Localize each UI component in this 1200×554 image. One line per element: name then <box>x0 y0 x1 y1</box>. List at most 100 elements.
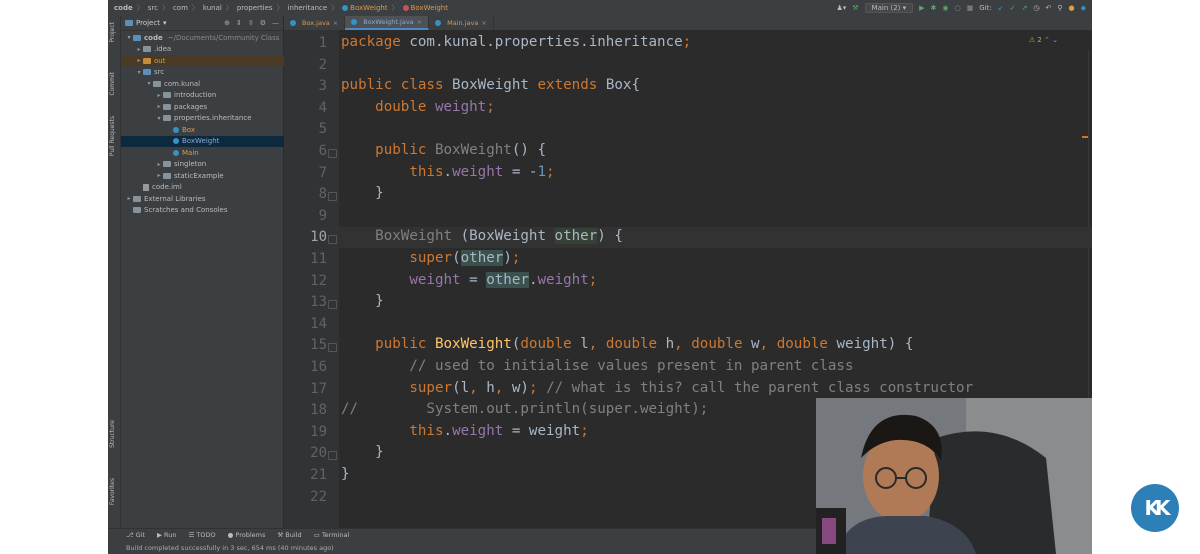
breadcrumb-item[interactable]: BoxWeight <box>342 4 388 12</box>
expand-arrow-icon[interactable]: ▸ <box>155 161 163 168</box>
editor-tab[interactable]: Main.java × <box>429 16 494 30</box>
run-icon[interactable]: ▶ <box>919 4 924 12</box>
user-icon[interactable]: ♟▾ <box>836 4 846 12</box>
fold-marker-icon[interactable] <box>328 300 337 310</box>
breadcrumb-item[interactable]: com <box>173 4 188 12</box>
project-tool-tab[interactable]: Project <box>109 22 116 43</box>
fold-marker-icon[interactable] <box>328 451 337 461</box>
history-icon[interactable]: ◷ <box>1033 4 1039 12</box>
fold-marker-icon[interactable] <box>328 235 337 245</box>
line-number[interactable]: 18 <box>287 402 327 418</box>
line-number[interactable]: 22 <box>287 489 327 505</box>
tree-item[interactable]: Scratches and Consoles <box>121 205 287 216</box>
line-number[interactable]: 13 <box>287 294 327 310</box>
rollback-icon[interactable]: ↶ <box>1045 4 1051 12</box>
collapse-all-icon[interactable]: ⇕ <box>236 19 242 27</box>
problems-tool-button[interactable]: ● Problems <box>228 531 266 539</box>
search-icon[interactable]: ⚲ <box>1057 4 1062 12</box>
code-line[interactable]: } <box>341 466 350 482</box>
tree-item[interactable]: code.iml <box>121 182 297 193</box>
run-config-select[interactable]: Main (2) ▾ <box>864 3 914 13</box>
close-icon[interactable]: × <box>333 19 338 27</box>
code-line[interactable]: this.weight = -1; <box>341 164 554 180</box>
tree-item[interactable]: ▸ External Libraries <box>121 193 287 204</box>
breadcrumb-item[interactable]: src <box>148 4 158 12</box>
hide-icon[interactable]: — <box>272 19 279 27</box>
code-line[interactable]: weight = other.weight; <box>341 271 597 288</box>
line-number[interactable]: 15 <box>287 337 327 353</box>
git-commit-icon[interactable]: ✓ <box>1010 4 1016 12</box>
code-line[interactable]: // System.out.println(super.weight); <box>341 401 708 417</box>
breadcrumb-item[interactable]: inheritance <box>288 4 328 12</box>
line-number[interactable]: 8 <box>287 186 327 202</box>
git-tool-button[interactable]: ⎇ Git <box>126 531 145 539</box>
structure-tool-tab[interactable]: Structure <box>109 420 116 448</box>
commit-tool-tab[interactable]: Commit <box>109 72 116 96</box>
fold-marker-icon[interactable] <box>328 343 337 353</box>
line-number[interactable]: 3 <box>287 78 327 94</box>
code-line[interactable]: super(other); <box>341 250 520 266</box>
project-panel-title[interactable]: Project <box>136 19 160 27</box>
line-number[interactable]: 5 <box>287 121 327 137</box>
line-number[interactable]: 9 <box>287 208 327 224</box>
code-line[interactable]: double weight; <box>341 99 495 115</box>
line-number[interactable]: 1 <box>287 35 327 51</box>
breadcrumb-item[interactable]: properties <box>237 4 273 12</box>
settings-icon[interactable]: ● <box>1069 4 1075 12</box>
fold-marker-icon[interactable] <box>328 149 337 158</box>
editor-tab[interactable]: BoxWeight.java × <box>345 16 430 30</box>
line-number[interactable]: 14 <box>287 316 327 332</box>
breadcrumb-item[interactable]: code <box>114 4 133 12</box>
run-tool-button[interactable]: ▶ Run <box>157 531 177 539</box>
favorites-tool-tab[interactable]: Favorites <box>109 478 116 505</box>
stop-icon[interactable]: ■ <box>967 4 974 12</box>
error-stripe-marker[interactable] <box>1082 136 1088 138</box>
line-number[interactable]: 12 <box>287 273 327 289</box>
line-number[interactable]: 2 <box>287 57 327 73</box>
expand-arrow-icon[interactable]: ▾ <box>155 115 163 122</box>
expand-arrow-icon[interactable]: ▸ <box>135 57 143 64</box>
gear-icon[interactable]: ⚙ <box>260 19 266 27</box>
expand-arrow-icon[interactable]: ▾ <box>145 80 153 87</box>
tree-item[interactable]: ▾ com.kunal <box>121 78 307 89</box>
line-number[interactable]: 20 <box>287 445 327 461</box>
line-number[interactable]: 17 <box>287 381 327 397</box>
close-icon[interactable]: × <box>481 19 486 27</box>
line-number[interactable]: 10 <box>287 229 327 245</box>
expand-arrow-icon[interactable]: ▾ <box>135 69 143 76</box>
warnings-indicator[interactable]: ⚠ 2 ⌃ ⌄ <box>1029 36 1058 44</box>
git-update-icon[interactable]: ↙ <box>998 4 1004 12</box>
close-icon[interactable]: × <box>417 18 422 26</box>
expand-arrow-icon[interactable]: ▸ <box>155 172 163 179</box>
git-push-icon[interactable]: ↗ <box>1022 4 1028 12</box>
terminal-tool-button[interactable]: ▭ Terminal <box>314 531 350 539</box>
profile-icon[interactable]: ◌ <box>955 4 961 12</box>
code-line[interactable]: } <box>341 444 384 460</box>
fold-marker-icon[interactable] <box>328 192 337 202</box>
code-line[interactable]: public class BoxWeight extends Box{ <box>341 77 640 93</box>
tree-item[interactable]: ▸ out <box>121 55 297 66</box>
expand-arrow-icon[interactable]: ▸ <box>155 103 163 110</box>
code-line[interactable]: public BoxWeight(double l, double h, dou… <box>341 336 913 352</box>
code-line[interactable]: // used to initialise values present in … <box>341 358 853 374</box>
breadcrumb-item[interactable]: kunal <box>203 4 222 12</box>
line-number[interactable]: 7 <box>287 165 327 181</box>
expand-arrow-icon[interactable]: ▸ <box>155 92 163 99</box>
build-tool-button[interactable]: ⚒ Build <box>277 531 301 539</box>
code-line[interactable]: } <box>341 185 384 201</box>
expand-arrow-icon[interactable]: ▾ <box>125 34 133 41</box>
expand-arrow-icon[interactable]: ▸ <box>125 195 133 202</box>
code-line[interactable]: public BoxWeight() { <box>341 142 546 158</box>
expand-icon[interactable]: ⇳ <box>248 19 254 27</box>
plugin-icon[interactable]: ◆ <box>1081 4 1086 12</box>
tree-item[interactable]: ▾ code ~/Documents/Community Class <box>121 32 287 43</box>
code-line[interactable]: this.weight = weight; <box>341 423 588 439</box>
line-number[interactable]: 4 <box>287 100 327 116</box>
pull-requests-tool-tab[interactable]: Pull Requests <box>109 116 116 156</box>
line-number[interactable]: 16 <box>287 359 327 375</box>
line-number[interactable]: 19 <box>287 424 327 440</box>
tree-item[interactable]: ▾ src <box>121 67 297 78</box>
code-line[interactable]: super(l, h, w); // what is this? call th… <box>341 380 973 396</box>
expand-arrow-icon[interactable]: ▸ <box>135 46 143 53</box>
editor-tab[interactable]: Box.java × <box>284 16 346 30</box>
